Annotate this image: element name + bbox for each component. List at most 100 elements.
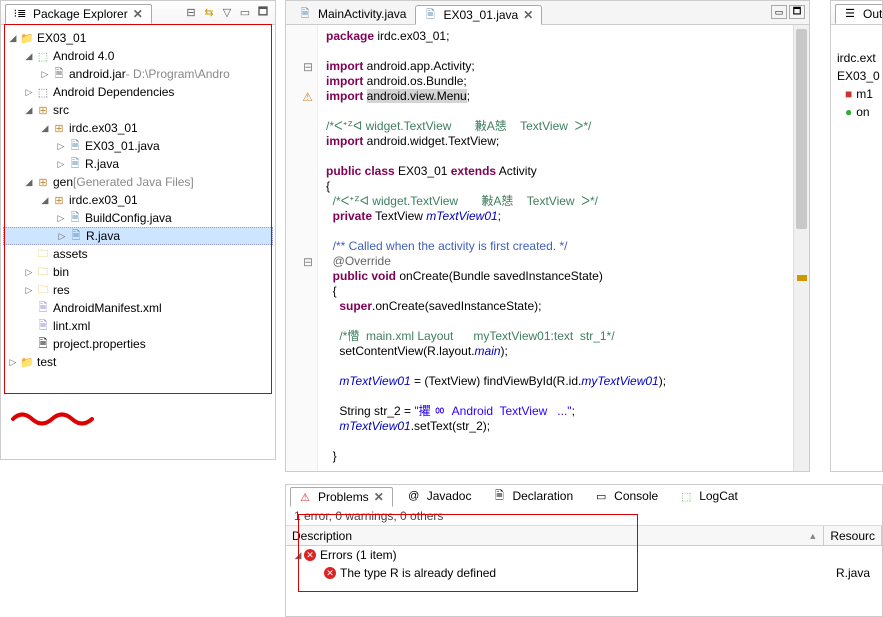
tree-src-pkg[interactable]: ◢⊞irdc.ex03_01 [3,119,273,137]
console-icon: ▭ [593,488,609,504]
tree-lint[interactable]: 🗎lint.xml [3,317,273,335]
editor-gutter: ⊟ ⚠ ⊟ [286,25,318,471]
tree-android-lib[interactable]: ◢⬚Android 4.0 [3,47,273,65]
tree-bin[interactable]: ▷🗀bin [3,263,273,281]
tree-gen-file2[interactable]: ▷🗎R.java [3,227,273,245]
source-folder-icon: ⊞ [35,174,51,190]
fold-icon[interactable]: ⊟ [286,59,317,74]
problems-header: Description▲ Resourc [286,526,882,546]
explorer-title: Package Explorer [33,7,128,21]
logcat-tab[interactable]: ⬚LogCat [671,486,745,506]
private-icon: ■ [845,87,852,101]
outline-field[interactable]: ■m1 [833,85,880,103]
tree-gen-file1[interactable]: ▷🗎BuildConfig.java [3,209,273,227]
folder-icon: 🗀 [35,282,51,298]
project-icon: 📁 [19,30,35,46]
outline-panel: ☰Outli irdc.ext EX03_0 ■m1 ●on [830,0,883,472]
library-icon: ⬚ [35,84,51,100]
editor-body: ⊟ ⚠ ⊟ package irdc.ex03_01; import andro… [286,25,809,471]
tree-gen-pkg[interactable]: ◢⊞irdc.ex03_01 [3,191,273,209]
folder-icon: 🗀 [35,264,51,280]
col-description[interactable]: Description▲ [286,526,824,545]
xml-file-icon: 🗎 [35,300,51,316]
maximize-icon[interactable]: 🗖 [789,5,805,19]
jar-icon: 🗎 [51,66,67,82]
outline-class[interactable]: EX03_0 [833,67,880,85]
tree-src-file1[interactable]: ▷🗎EX03_01.java [3,137,273,155]
editor-minmax: ▭🗖 [771,5,805,19]
tree-test[interactable]: ▷📁test [3,353,273,371]
error-icon: ✕ [304,549,316,561]
editor-tab-main[interactable]: 🗎MainActivity.java [290,4,413,24]
outline-pkg[interactable]: irdc.ext [833,49,880,67]
editor-tab-ex03[interactable]: 🗎EX03_01.java✕ [415,5,542,25]
problems-icon: ⚠ [297,489,313,505]
tree-src[interactable]: ◢⊞src [3,101,273,119]
source-folder-icon: ⊞ [35,102,51,118]
view-menu-icon[interactable]: ▽ [219,5,235,21]
explorer-toolbar: ⊟ ⇆ ▽ ▭ 🗖 [183,5,271,21]
package-icon: ⊞ [51,120,67,136]
java-file-icon: 🗎 [422,7,438,23]
java-file-icon: 🗎 [67,210,83,226]
collapse-all-icon[interactable]: ⊟ [183,5,199,21]
error-group[interactable]: ◢✕Errors (1 item) [286,546,882,564]
warning-icon[interactable]: ⚠ [302,90,313,104]
java-file-icon: 🗎 [68,228,84,244]
outline-tab[interactable]: ☰Outli [835,4,883,24]
explorer-tree: ◢📁EX03_01 ◢⬚Android 4.0 ▷🗎android.jar - … [1,25,275,459]
minimize-icon[interactable]: ▭ [771,5,787,19]
logcat-icon: ⬚ [678,488,694,504]
editor-panel: 🗎MainActivity.java 🗎EX03_01.java✕ ▭🗖 ⊟ ⚠… [285,0,810,472]
folder-icon: 🗀 [35,246,51,262]
col-resource[interactable]: Resourc [824,526,882,545]
code-area[interactable]: package irdc.ex03_01; import android.app… [318,25,809,471]
tree-res[interactable]: ▷🗀res [3,281,273,299]
java-file-icon: 🗎 [67,138,83,154]
tree-deps[interactable]: ▷⬚Android Dependencies [3,83,273,101]
tree-props[interactable]: 🗎project.properties [3,335,273,353]
outline-tree: irdc.ext EX03_0 ■m1 ●on [831,25,882,471]
console-tab[interactable]: ▭Console [586,486,665,506]
package-icon: ⊞ [51,192,67,208]
close-icon[interactable]: ✕ [521,8,535,22]
warning-marker[interactable] [797,275,807,281]
xml-file-icon: 🗎 [35,318,51,334]
editor-tabs: 🗎MainActivity.java 🗎EX03_01.java✕ [286,1,809,25]
annotation-squiggle [10,410,100,431]
error-item[interactable]: ✕The type R is already defined R.java [286,564,882,582]
problems-panel: ⚠Problems✕ @Javadoc 🗎Declaration ▭Consol… [285,484,883,617]
file-icon: 🗎 [35,336,51,352]
link-editor-icon[interactable]: ⇆ [201,5,217,21]
problems-tab[interactable]: ⚠Problems✕ [290,487,393,507]
package-icon: ⁝≣ [12,6,28,22]
javadoc-tab[interactable]: @Javadoc [399,486,479,506]
minimize-icon[interactable]: ▭ [237,5,253,21]
close-icon[interactable]: ✕ [131,7,145,21]
close-icon[interactable]: ✕ [372,490,386,504]
editor-scrollbar[interactable] [793,25,809,471]
java-file-icon: 🗎 [67,156,83,172]
javadoc-icon: @ [406,488,422,504]
android-icon: ⬚ [35,48,51,64]
outline-header: ☰Outli [831,1,882,25]
outline-icon: ☰ [842,6,858,22]
sort-icon: ▲ [808,531,817,541]
declaration-tab[interactable]: 🗎Declaration [484,486,580,506]
explorer-header: ⁝≣ Package Explorer ✕ ⊟ ⇆ ▽ ▭ 🗖 [1,1,275,25]
tree-src-file2[interactable]: ▷🗎R.java [3,155,273,173]
fold-icon[interactable]: ⊟ [286,254,317,269]
tree-gen[interactable]: ◢⊞gen [Generated Java Files] [3,173,273,191]
outline-method[interactable]: ●on [833,103,880,121]
tree-project[interactable]: ◢📁EX03_01 [3,29,273,47]
package-explorer-panel: ⁝≣ Package Explorer ✕ ⊟ ⇆ ▽ ▭ 🗖 ◢📁EX03_0… [0,0,276,460]
explorer-tab[interactable]: ⁝≣ Package Explorer ✕ [5,4,152,24]
tree-manifest[interactable]: 🗎AndroidManifest.xml [3,299,273,317]
public-icon: ● [845,105,852,119]
problems-tabs: ⚠Problems✕ @Javadoc 🗎Declaration ▭Consol… [286,485,882,507]
project-icon: 📁 [19,354,35,370]
error-icon: ✕ [324,567,336,579]
tree-assets[interactable]: 🗀assets [3,245,273,263]
maximize-icon[interactable]: 🗖 [255,5,271,21]
tree-androidjar[interactable]: ▷🗎android.jar - D:\Program\Andro [3,65,273,83]
